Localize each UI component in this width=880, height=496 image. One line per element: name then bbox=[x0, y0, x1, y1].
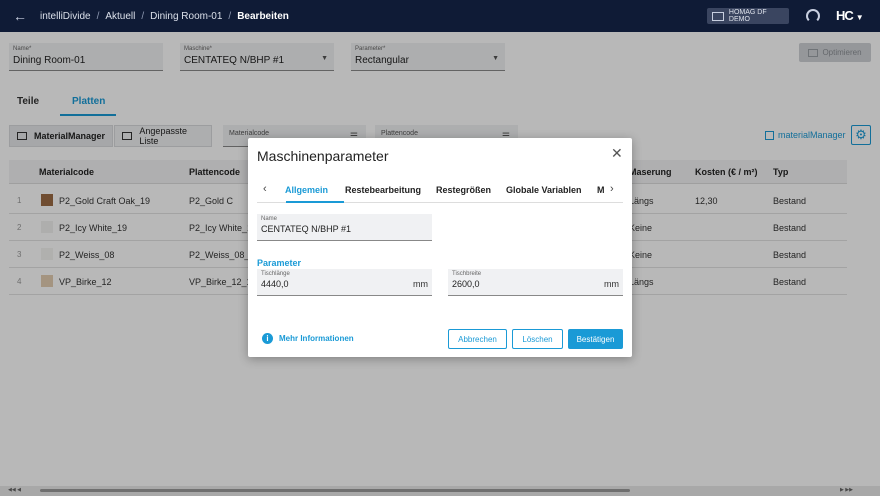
cancel-button[interactable]: Abbrechen bbox=[448, 329, 507, 349]
tab-restegroessen[interactable]: Restegrößen bbox=[436, 185, 491, 195]
tab-allgemein[interactable]: Allgemein bbox=[285, 185, 328, 195]
dialog-tabs: ‹ Allgemein Restebearbeitung Restegrößen… bbox=[257, 181, 623, 203]
breadcrumb-separator: / bbox=[228, 10, 232, 22]
user-menu[interactable]: HC ▼ bbox=[836, 8, 864, 23]
machine-name-field[interactable]: Name CENTATEQ N/BHP #1 bbox=[257, 214, 432, 241]
user-logo: HC bbox=[836, 8, 854, 23]
table-length-value: 4440,0 bbox=[261, 279, 289, 289]
machine-parameters-dialog: Maschinenparameter ✕ ‹ Allgemein Restebe… bbox=[248, 138, 632, 357]
parameter-section-title: Parameter bbox=[257, 258, 302, 268]
table-width-field[interactable]: Tischbreite 2600,0 mm bbox=[448, 269, 623, 296]
tenant-name: HOMAG DF DEMO bbox=[728, 9, 767, 23]
breadcrumb-current[interactable]: Aktuell bbox=[105, 11, 135, 22]
breadcrumb-separator: / bbox=[141, 10, 145, 22]
close-icon[interactable]: ✕ bbox=[611, 145, 623, 162]
breadcrumb: intelliDivide / Aktuell / Dining Room-01… bbox=[40, 11, 289, 22]
dialog-title: Maschinenparameter bbox=[257, 148, 389, 164]
tab-restebearbeitung[interactable]: Restebearbeitung bbox=[345, 185, 421, 195]
confirm-button[interactable]: Bestätigen bbox=[568, 329, 623, 349]
table-length-unit: mm bbox=[413, 279, 428, 289]
more-info-label: Mehr Informationen bbox=[279, 334, 354, 343]
machine-name-label: Name bbox=[261, 216, 278, 222]
caret-down-icon: ▼ bbox=[855, 13, 864, 22]
back-arrow-icon[interactable]: ← bbox=[0, 8, 40, 24]
chevron-left-icon[interactable]: ‹ bbox=[263, 183, 267, 195]
top-bar: ← intelliDivide / Aktuell / Dining Room-… bbox=[0, 0, 880, 32]
support-headset-icon[interactable] bbox=[806, 9, 820, 23]
more-info-link[interactable]: i Mehr Informationen bbox=[262, 333, 354, 344]
info-icon: i bbox=[262, 333, 273, 344]
table-width-value: 2600,0 bbox=[452, 279, 480, 289]
building-icon bbox=[712, 11, 724, 21]
breadcrumb-job[interactable]: Dining Room-01 bbox=[150, 11, 222, 22]
breadcrumb-app[interactable]: intelliDivide bbox=[40, 11, 91, 22]
table-length-label: Tischlänge bbox=[261, 271, 290, 277]
delete-button[interactable]: Löschen bbox=[512, 329, 563, 349]
table-length-field[interactable]: Tischlänge 4440,0 mm bbox=[257, 269, 432, 296]
table-width-unit: mm bbox=[604, 279, 619, 289]
active-tab-indicator bbox=[286, 201, 344, 203]
table-width-label: Tischbreite bbox=[452, 271, 482, 277]
breadcrumb-edit: Bearbeiten bbox=[237, 10, 289, 22]
chevron-right-icon[interactable]: › bbox=[610, 183, 614, 195]
tab-globale-variablen[interactable]: Globale Variablen bbox=[506, 185, 582, 195]
machine-name-value: CENTATEQ N/BHP #1 bbox=[261, 224, 352, 234]
breadcrumb-separator: / bbox=[96, 10, 100, 22]
tenant-switcher[interactable]: HOMAG DF DEMO bbox=[707, 8, 789, 24]
tab-more[interactable]: M bbox=[597, 185, 605, 195]
